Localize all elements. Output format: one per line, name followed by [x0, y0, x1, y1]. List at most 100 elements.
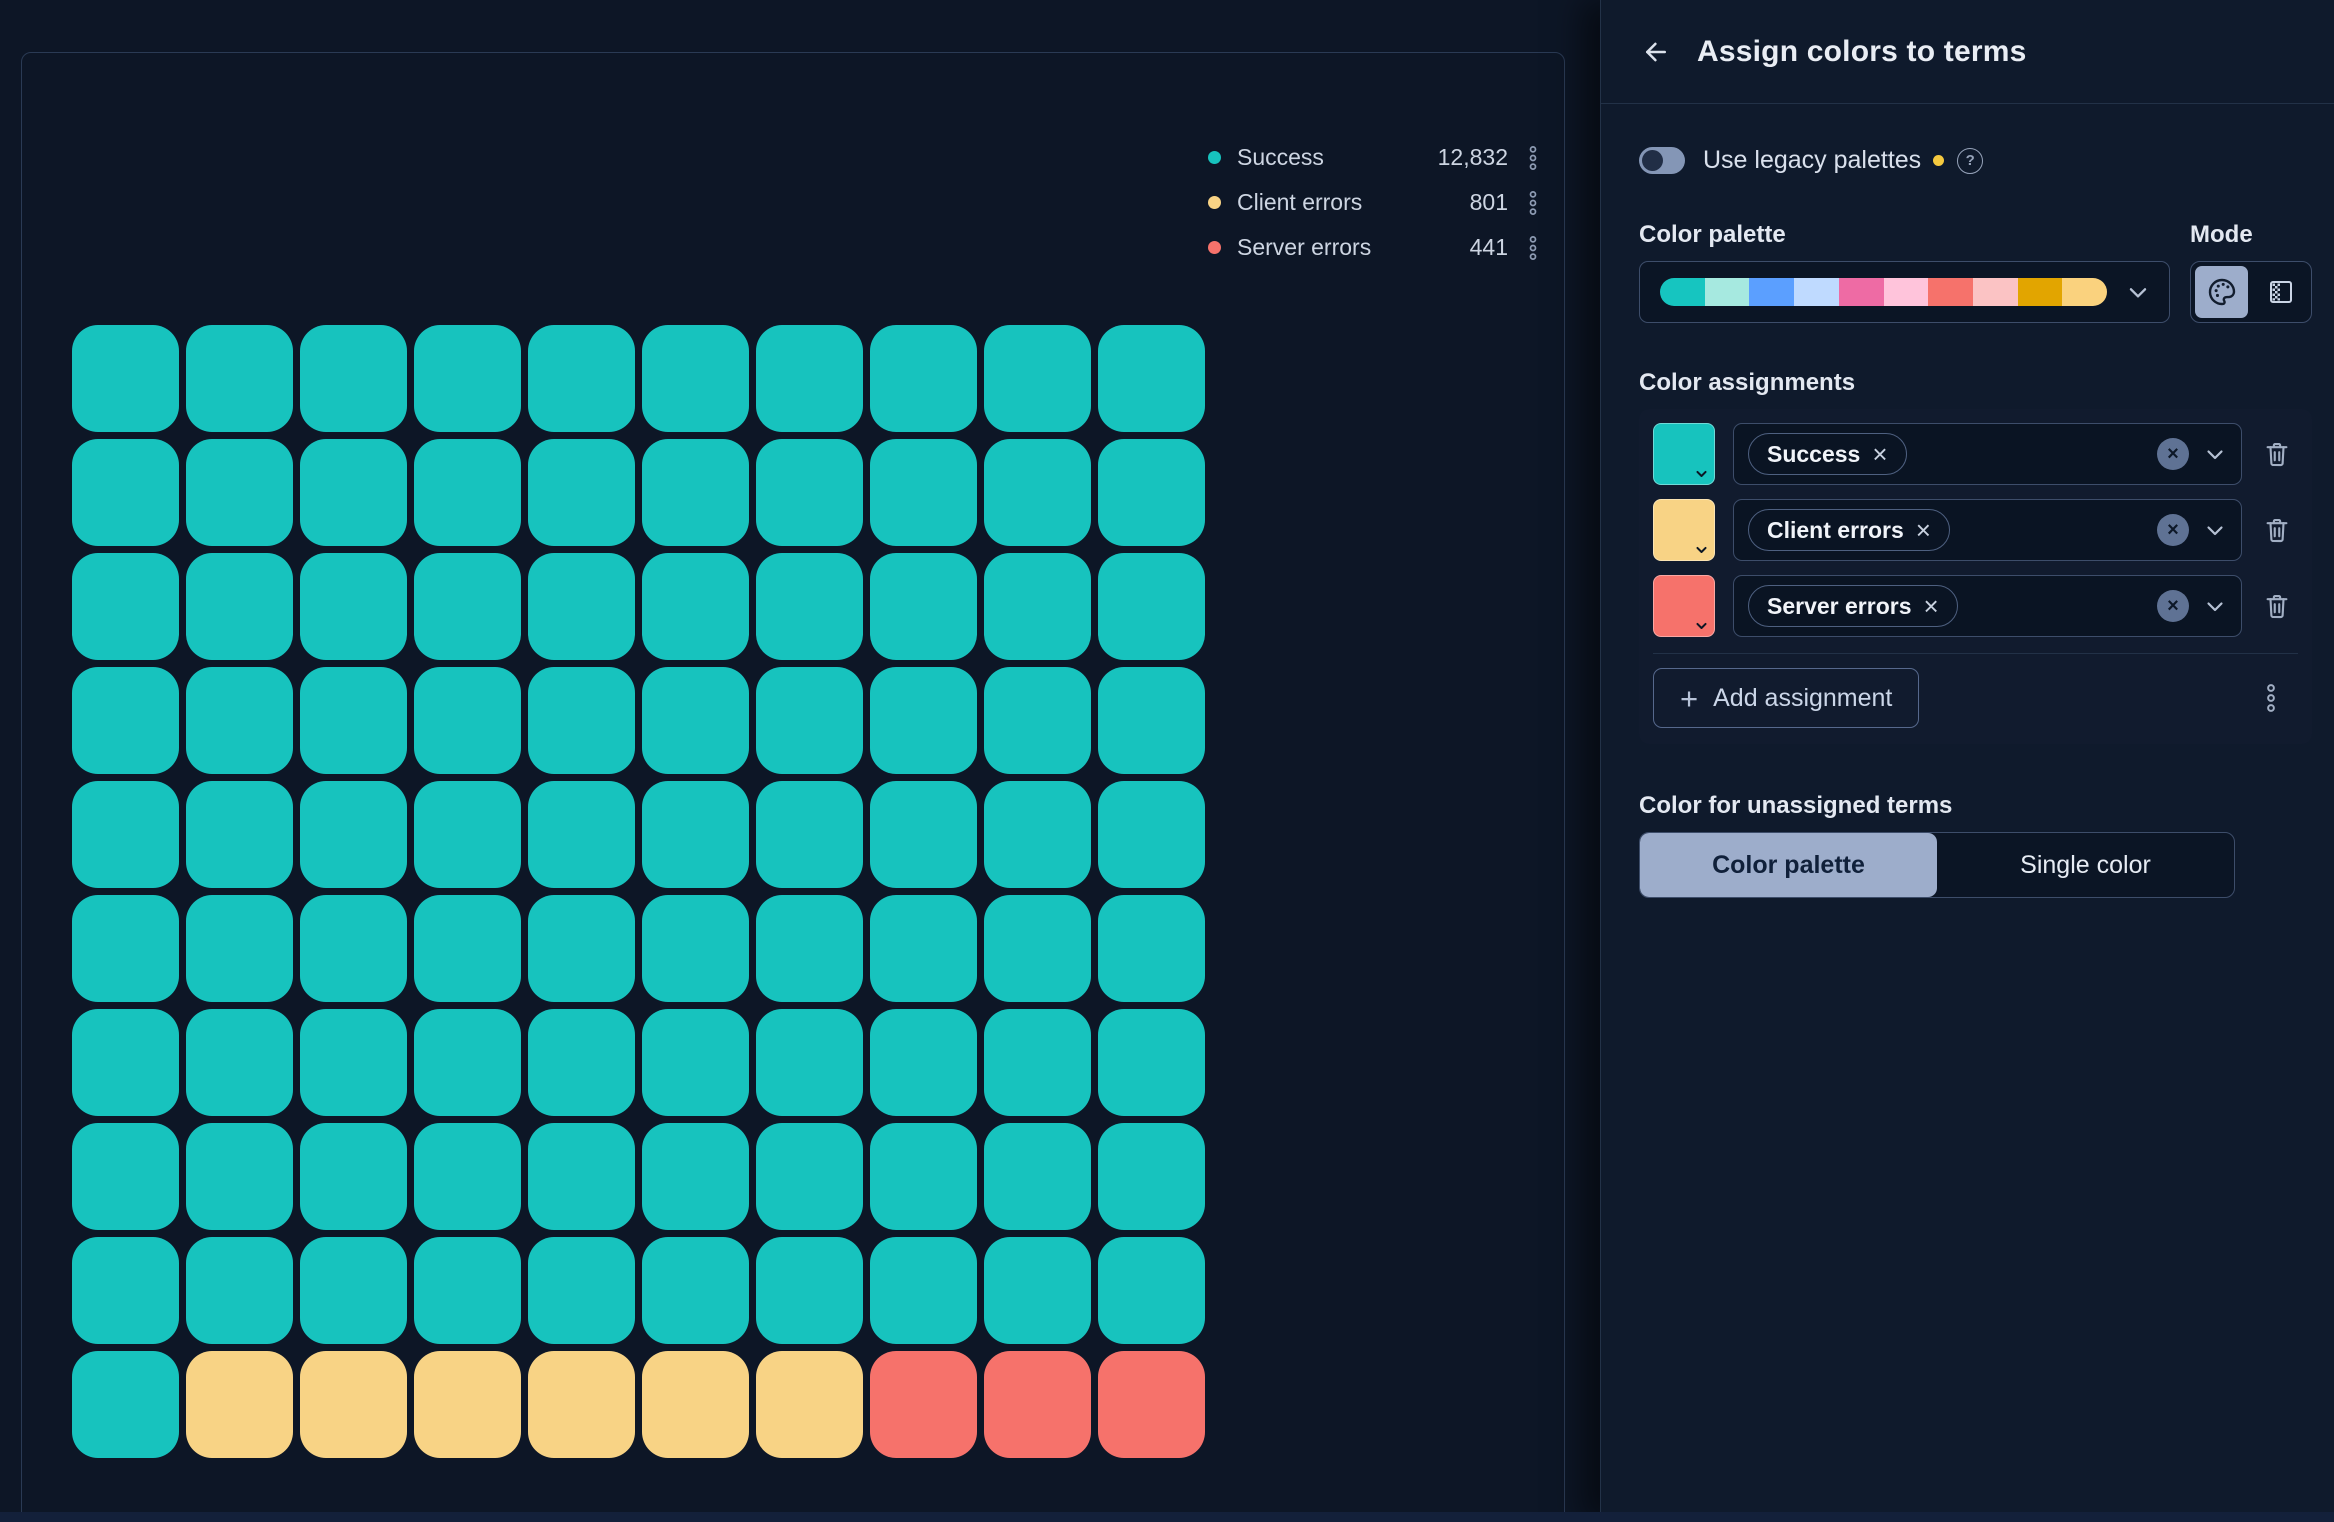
- waffle-cell[interactable]: [300, 1123, 407, 1230]
- waffle-cell[interactable]: [414, 667, 521, 774]
- delete-assignment-button[interactable]: [2262, 515, 2292, 545]
- waffle-cell[interactable]: [300, 895, 407, 1002]
- waffle-cell[interactable]: [870, 1351, 977, 1458]
- waffle-cell[interactable]: [1098, 553, 1205, 660]
- waffle-cell[interactable]: [870, 553, 977, 660]
- waffle-cell[interactable]: [984, 895, 1091, 1002]
- color-palette-select[interactable]: [1639, 261, 2170, 323]
- waffle-cell[interactable]: [984, 1123, 1091, 1230]
- remove-term-icon[interactable]: ×: [1872, 441, 1887, 467]
- legend-item-server-errors[interactable]: Server errors 441: [1208, 225, 1544, 270]
- waffle-cell[interactable]: [642, 1351, 749, 1458]
- waffle-cell[interactable]: [642, 1123, 749, 1230]
- clear-selection-button[interactable]: ×: [2157, 590, 2189, 622]
- waffle-cell[interactable]: [300, 667, 407, 774]
- waffle-cell[interactable]: [72, 781, 179, 888]
- waffle-cell[interactable]: [1098, 1009, 1205, 1116]
- waffle-cell[interactable]: [756, 1009, 863, 1116]
- waffle-cell[interactable]: [984, 325, 1091, 432]
- waffle-cell[interactable]: [414, 553, 521, 660]
- waffle-cell[interactable]: [1098, 781, 1205, 888]
- waffle-cell[interactable]: [72, 895, 179, 1002]
- waffle-cell[interactable]: [186, 895, 293, 1002]
- unassigned-color-palette-option[interactable]: Color palette: [1640, 833, 1937, 897]
- term-pill[interactable]: Success ×: [1748, 433, 1907, 475]
- waffle-cell[interactable]: [756, 1237, 863, 1344]
- legend-item-client-errors[interactable]: Client errors 801: [1208, 180, 1544, 225]
- waffle-cell[interactable]: [72, 553, 179, 660]
- mode-gradient-button[interactable]: [2254, 266, 2307, 318]
- waffle-cell[interactable]: [414, 1123, 521, 1230]
- waffle-cell[interactable]: [642, 895, 749, 1002]
- waffle-cell[interactable]: [414, 325, 521, 432]
- waffle-cell[interactable]: [528, 1351, 635, 1458]
- waffle-cell[interactable]: [72, 1123, 179, 1230]
- legend-item-success[interactable]: Success 12,832: [1208, 135, 1544, 180]
- waffle-cell[interactable]: [756, 439, 863, 546]
- waffle-cell[interactable]: [1098, 667, 1205, 774]
- delete-assignment-button[interactable]: [2262, 591, 2292, 621]
- waffle-cell[interactable]: [756, 325, 863, 432]
- waffle-cell[interactable]: [186, 1009, 293, 1116]
- waffle-cell[interactable]: [414, 895, 521, 1002]
- term-combobox[interactable]: Success × ×: [1733, 423, 2242, 485]
- waffle-cell[interactable]: [870, 667, 977, 774]
- assignments-menu-icon[interactable]: [2260, 683, 2282, 713]
- waffle-cell[interactable]: [186, 1123, 293, 1230]
- waffle-cell[interactable]: [414, 1237, 521, 1344]
- waffle-cell[interactable]: [300, 781, 407, 888]
- color-swatch-button[interactable]: [1653, 499, 1715, 561]
- waffle-cell[interactable]: [984, 553, 1091, 660]
- unassigned-single-color-option[interactable]: Single color: [1937, 833, 2234, 897]
- chevron-down-icon[interactable]: [2203, 442, 2227, 466]
- remove-term-icon[interactable]: ×: [1924, 593, 1939, 619]
- waffle-cell[interactable]: [870, 1009, 977, 1116]
- back-arrow-button[interactable]: [1639, 35, 1673, 69]
- waffle-cell[interactable]: [414, 781, 521, 888]
- waffle-cell[interactable]: [870, 439, 977, 546]
- color-swatch-button[interactable]: [1653, 575, 1715, 637]
- term-combobox[interactable]: Client errors × ×: [1733, 499, 2242, 561]
- delete-assignment-button[interactable]: [2262, 439, 2292, 469]
- waffle-cell[interactable]: [756, 1123, 863, 1230]
- remove-term-icon[interactable]: ×: [1916, 517, 1931, 543]
- waffle-cell[interactable]: [870, 895, 977, 1002]
- use-legacy-palettes-toggle[interactable]: [1639, 147, 1685, 174]
- waffle-cell[interactable]: [870, 1123, 977, 1230]
- waffle-cell[interactable]: [642, 325, 749, 432]
- waffle-cell[interactable]: [528, 781, 635, 888]
- waffle-cell[interactable]: [1098, 895, 1205, 1002]
- waffle-cell[interactable]: [300, 325, 407, 432]
- waffle-cell[interactable]: [870, 325, 977, 432]
- waffle-cell[interactable]: [300, 439, 407, 546]
- chevron-down-icon[interactable]: [2203, 594, 2227, 618]
- waffle-cell[interactable]: [528, 1123, 635, 1230]
- clear-selection-button[interactable]: ×: [2157, 438, 2189, 470]
- waffle-cell[interactable]: [756, 1351, 863, 1458]
- waffle-cell[interactable]: [528, 325, 635, 432]
- waffle-cell[interactable]: [72, 1351, 179, 1458]
- waffle-cell[interactable]: [984, 781, 1091, 888]
- waffle-cell[interactable]: [528, 895, 635, 1002]
- waffle-cell[interactable]: [756, 895, 863, 1002]
- color-swatch-button[interactable]: [1653, 423, 1715, 485]
- waffle-cell[interactable]: [528, 439, 635, 546]
- term-pill[interactable]: Server errors ×: [1748, 585, 1958, 627]
- waffle-cell[interactable]: [756, 667, 863, 774]
- waffle-cell[interactable]: [300, 1237, 407, 1344]
- waffle-cell[interactable]: [1098, 1237, 1205, 1344]
- waffle-cell[interactable]: [186, 325, 293, 432]
- waffle-cell[interactable]: [984, 1009, 1091, 1116]
- waffle-cell[interactable]: [300, 1351, 407, 1458]
- waffle-cell[interactable]: [186, 667, 293, 774]
- waffle-cell[interactable]: [642, 781, 749, 888]
- waffle-cell[interactable]: [300, 1009, 407, 1116]
- waffle-cell[interactable]: [642, 667, 749, 774]
- waffle-cell[interactable]: [984, 1237, 1091, 1344]
- clear-selection-button[interactable]: ×: [2157, 514, 2189, 546]
- waffle-cell[interactable]: [186, 1351, 293, 1458]
- waffle-cell[interactable]: [642, 1237, 749, 1344]
- waffle-cell[interactable]: [642, 1009, 749, 1116]
- waffle-cell[interactable]: [72, 1237, 179, 1344]
- help-icon[interactable]: ?: [1957, 148, 1983, 174]
